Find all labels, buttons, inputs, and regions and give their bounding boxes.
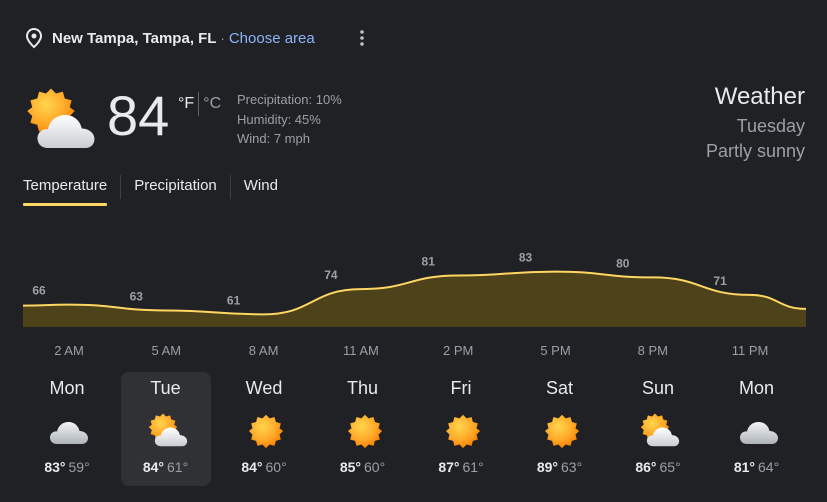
day-high: 89° [536,459,558,475]
day-name: Tue [150,378,181,398]
day-card[interactable]: Fri 87° 61° [416,372,506,486]
day-name: Thu [346,378,379,398]
day-card[interactable]: Tue 84° 61° [120,372,211,486]
day-name: Fri [450,378,472,398]
unit-divider [198,92,200,116]
weather-condition: Partly sunny [705,141,805,161]
day-name: Mon [738,378,774,398]
time-tick-label: 11 AM [342,343,379,358]
sunny-icon [347,414,382,449]
cloudy-icon [739,422,778,444]
day-temps: 83° 59° [22,459,112,475]
tab-precipitation[interactable]: Precipitation [134,172,217,206]
partly-cloudy-icon [640,413,680,447]
day-card[interactable]: Mon 81° 64° [712,372,802,486]
day-temps: 85° 60° [318,459,408,475]
day-card[interactable]: Mon 83° 59° [22,372,112,486]
day-low: 60° [364,459,386,475]
daily-forecast: Mon 83° 59° Tue 84° 61° Wed 84° 60° Thu 85° 60° Fri 8… [22,372,810,486]
day-name: Sun [641,378,675,398]
time-tick-label: 8 PM [637,343,668,358]
cloudy-icon [50,422,88,444]
day-low: 61° [167,459,189,475]
weather-details: Precipitation: 10% Humidity: 45% Wind: 7… [237,90,342,149]
precipitation-stat: Precipitation: 10% [237,92,342,107]
day-high: 86° [635,459,657,475]
day-name: Mon [49,378,85,398]
day-low: 60° [265,459,287,475]
location-bar: New Tampa, Tampa, FL · Choose area [24,26,315,50]
temperature-data-label: 63 [130,289,144,303]
temperature-data-label: 66 [32,284,46,298]
day-high: 87° [438,459,460,475]
temperature-data-label: 61 [227,293,241,307]
time-tick-label: 8 AM [248,343,279,358]
fahrenheit-unit[interactable]: °F [178,95,194,113]
time-tick-label: 2 AM [54,343,84,358]
location-name: New Tampa, Tampa, FL [52,29,217,47]
day-high: 83° [44,459,66,475]
day-low: 64° [758,459,780,475]
day-temps: 86° 65° [613,459,703,475]
sunny-icon [445,414,481,449]
day-card[interactable]: Thu 85° 60° [318,372,408,486]
location-separator: · [220,30,225,46]
day-temps: 84° 60° [219,459,309,475]
temperature-data-label: 83 [519,251,533,265]
day-low: 61° [462,459,484,475]
day-name: Sat [545,378,574,398]
day-card[interactable]: Wed 84° 60° [219,372,309,486]
day-high: 84° [241,459,263,475]
unit-toggle: °F °C [178,92,221,116]
tab-divider [120,175,122,199]
temperature-data-label: 71 [713,274,727,288]
time-tick-label: 11 PM [731,343,769,358]
day-card[interactable]: Sun 86° 65° [613,372,703,486]
day-temps: 87° 61° [416,459,506,475]
time-tick-label: 2 PM [443,343,474,358]
day-high: 81° [733,459,755,475]
day-high: 84° [142,459,164,475]
tab-divider [229,175,231,199]
day-temps: 84° 61° [121,459,211,475]
partly-cloudy-icon [27,88,95,148]
chart-time-axis: 2 AM 5 AM 8 AM 11 AM 2 PM 5 PM 8 PM 11 PM [0,343,827,361]
weather-title: Weather [714,83,805,110]
day-card[interactable]: Sat 89° 63° [515,372,605,486]
day-low: 59° [68,459,90,475]
tab-temperature[interactable]: Temperature [23,172,108,206]
humidity-stat: Humidity: 45% [237,111,321,127]
location-pin-icon [25,27,43,49]
day-name: Wed [245,378,283,398]
temperature-data-label: 81 [422,254,436,268]
day-temps: 89° 63° [515,459,605,475]
temperature-data-label: 74 [324,268,338,282]
choose-area-link[interactable]: Choose area [229,30,315,47]
selected-day: Tuesday [736,116,805,136]
time-tick-label: 5 AM [151,343,182,358]
time-tick-label: 5 PM [540,343,571,358]
temperature-chart: 66 63 61 74 81 83 80 71 [22,251,807,327]
chart-tabs: Temperature Precipitation Wind [23,172,278,208]
more-options-icon[interactable] [350,26,374,50]
sunny-icon [544,414,579,449]
day-low: 63° [561,459,583,475]
day-temps: 81° 64° [712,459,802,475]
day-high: 85° [339,459,361,475]
wind-stat: Wind: 7 mph [237,131,310,146]
tab-wind[interactable]: Wind [244,172,278,206]
celsius-unit[interactable]: °C [203,95,221,113]
day-low: 65° [659,459,681,475]
temperature-data-label: 80 [616,256,630,270]
partly-cloudy-icon [148,413,187,447]
sunny-icon [248,414,284,449]
weather-summary: Weather Tuesday Partly sunny [706,83,805,163]
current-temperature: 84 [107,84,170,147]
